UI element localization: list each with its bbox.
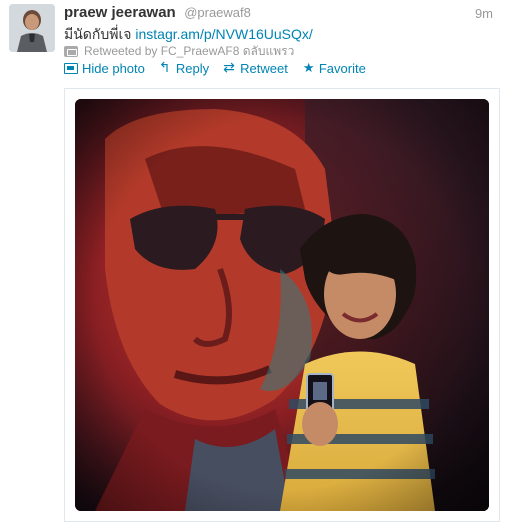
- photo-icon: [64, 63, 78, 74]
- timestamp[interactable]: 9m: [475, 6, 493, 21]
- reply-label: Reply: [175, 61, 210, 76]
- retweet-button[interactable]: Retweet: [223, 59, 288, 77]
- favorite-button[interactable]: Favorite: [303, 60, 366, 77]
- retweet-context-icon: [64, 46, 78, 57]
- username[interactable]: @praewaf8: [184, 5, 251, 20]
- hide-photo-label: Hide photo: [82, 61, 145, 76]
- hide-photo-button[interactable]: Hide photo: [64, 61, 145, 76]
- star-icon: [303, 60, 315, 76]
- photo-illustration: [75, 99, 489, 511]
- reply-button[interactable]: Reply: [159, 59, 210, 77]
- retweeted-context: Retweeted by FC_PraewAF8 ดลับแพรว: [64, 42, 294, 61]
- media-container: [64, 88, 500, 522]
- retweet-icon: [223, 59, 236, 76]
- favorite-label: Favorite: [318, 61, 366, 76]
- retweeted-by: Retweeted by FC_PraewAF8 ดลับแพรว: [84, 44, 295, 58]
- avatar[interactable]: [9, 4, 55, 52]
- reply-icon: [159, 59, 172, 76]
- tweet: praew jeerawan @praewaf8 9m มีนัดกับพี่เ…: [0, 0, 509, 528]
- tweet-text-prefix: มีนัดกับพี่เจ: [64, 26, 136, 42]
- tweet-header: praew jeerawan @praewaf8 9m: [64, 4, 499, 24]
- tweet-photo[interactable]: [75, 99, 489, 511]
- tweet-link[interactable]: instagr.am/p/NVW16UuSQx/: [135, 26, 312, 42]
- fullname[interactable]: praew jeerawan: [64, 4, 176, 21]
- retweet-label: Retweet: [240, 61, 288, 76]
- tweet-actions: Hide photo Reply Retweet Favorite: [64, 59, 366, 77]
